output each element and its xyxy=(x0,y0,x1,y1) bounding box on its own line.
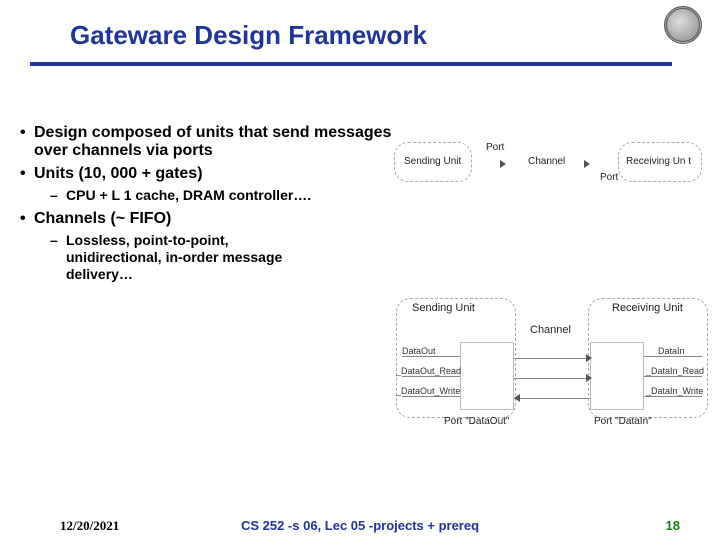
wire xyxy=(402,376,460,377)
port-left-label: Port "DataOut" xyxy=(444,416,509,427)
sending-unit-label: Sending Unit xyxy=(412,302,475,314)
channel-label: Channel xyxy=(528,156,565,167)
wire xyxy=(644,376,702,377)
bullet-2-sub-1: – CPU + L 1 cache, DRAM controller…. xyxy=(50,187,400,204)
wire xyxy=(514,358,590,359)
bullet-1: • Design composed of units that send mes… xyxy=(20,124,400,161)
port-label-right: Port xyxy=(600,172,618,183)
bullet-dash-icon: – xyxy=(50,187,66,204)
footer-center: CS 252 -s 06, Lec 05 -projects + prereq xyxy=(0,518,720,533)
seal-logo-icon xyxy=(664,6,702,44)
bullet-dash-icon: – xyxy=(50,232,66,282)
slide-title: Gateware Design Framework xyxy=(70,20,720,51)
port-right-box xyxy=(590,342,644,410)
sending-unit-label: Sending Unit xyxy=(404,156,461,167)
port-label-left: Port xyxy=(486,142,504,153)
channel-label: Channel xyxy=(530,324,571,336)
bullet-dot-icon: • xyxy=(20,124,34,161)
diagram-top: Sending Unit Port Channel Port Receiving… xyxy=(400,138,700,198)
bullet-3-sub-1-text: Lossless, point-to-point, unidirectional… xyxy=(66,232,326,282)
signal-dataout: DataOut xyxy=(402,346,436,356)
bullet-dot-icon: • xyxy=(20,165,34,183)
wire xyxy=(514,378,590,379)
arrow-right-icon xyxy=(586,354,592,362)
bullet-2-sub-1-text: CPU + L 1 cache, DRAM controller…. xyxy=(66,187,400,204)
arrow-right-icon xyxy=(500,160,506,168)
wire xyxy=(644,356,702,357)
bullet-3-text: Channels (~ FIFO) xyxy=(34,210,400,228)
wire xyxy=(402,396,460,397)
signal-dataout-write: _DataOut_Write xyxy=(396,386,460,396)
wire xyxy=(514,398,590,399)
signal-datain-write: _DataIn_Write xyxy=(646,386,703,396)
arrow-right-icon xyxy=(586,374,592,382)
bullet-2-text: Units (10, 000 + gates) xyxy=(34,165,400,183)
diagram-bottom: Sending Unit Receiving Unit Channel Data… xyxy=(400,300,700,460)
arrow-left-icon xyxy=(514,394,520,402)
receiving-unit-label: Receiving Un t xyxy=(626,156,691,167)
slide: Gateware Design Framework • Design compo… xyxy=(0,0,720,540)
signal-datain: DataIn xyxy=(658,346,685,356)
port-right-label: Port "DataIn" xyxy=(594,416,652,427)
title-underline xyxy=(30,62,672,66)
port-left-box xyxy=(460,342,514,410)
arrow-right-icon xyxy=(584,160,590,168)
signal-dataout-read: _DataOut_Read xyxy=(396,366,461,376)
receiving-unit-label: Receiving Unit xyxy=(612,302,683,314)
bullet-3: • Channels (~ FIFO) xyxy=(20,210,400,228)
bullet-dot-icon: • xyxy=(20,210,34,228)
bullet-1-text: Design composed of units that send messa… xyxy=(34,124,400,161)
bullet-2: • Units (10, 000 + gates) xyxy=(20,165,400,183)
title-area: Gateware Design Framework xyxy=(0,0,720,51)
bullet-3-sub-1: – Lossless, point-to-point, unidirection… xyxy=(50,232,400,282)
footer-page: 18 xyxy=(666,518,680,533)
body-text: • Design composed of units that send mes… xyxy=(20,124,400,287)
wire xyxy=(402,356,460,357)
wire xyxy=(644,396,702,397)
signal-datain-read: _DataIn_Read xyxy=(646,366,704,376)
